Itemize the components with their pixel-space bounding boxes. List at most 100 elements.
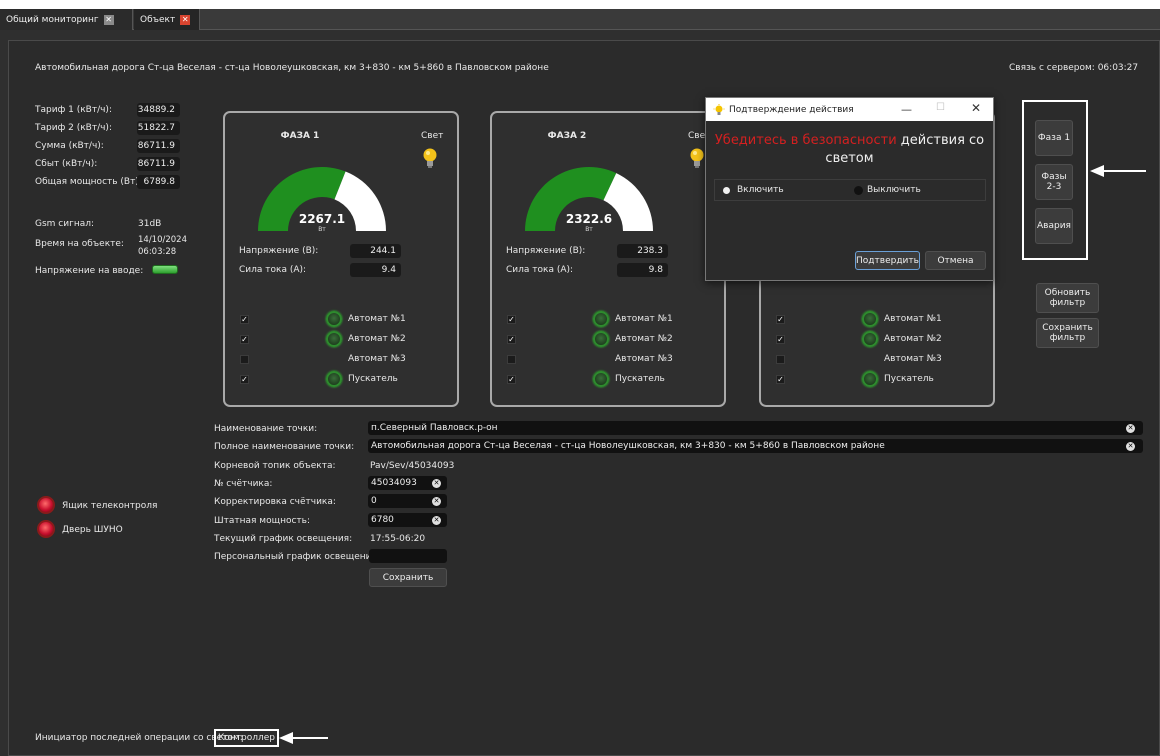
save-filter-button[interactable]: Сохранить фильтр — [1036, 318, 1099, 348]
meter-value: 86711.9 — [137, 139, 180, 153]
close-icon[interactable]: ✕ — [103, 14, 114, 25]
root-topic-label: Корневой топик объекта: — [214, 461, 336, 471]
phase-checkbox[interactable]: ✓ — [507, 375, 516, 384]
phase-checkbox[interactable]: ✓ — [240, 315, 249, 324]
meter-value: 86711.9 — [137, 157, 180, 171]
dialog-titlebar: Подтверждение действия — ☐ ✕ — [706, 98, 993, 121]
input-voltage-indicator — [152, 265, 178, 274]
meter-label: Сбыт (кВт/ч): — [35, 159, 98, 169]
meter-number-label: № счётчика: — [214, 479, 273, 489]
dialog-title: Подтверждение действия — [729, 104, 854, 115]
radio-on[interactable] — [723, 187, 730, 194]
phase-checkbox[interactable]: ✓ — [507, 335, 516, 344]
phase-title: ФАЗА 1 — [280, 131, 320, 141]
phase-checkbox[interactable] — [776, 355, 785, 364]
input-voltage-label: Напряжение на вводе: — [35, 266, 144, 276]
phases23-line1: Фазы — [1041, 172, 1067, 182]
radio-group: Включить Выключить — [714, 179, 986, 201]
maximize-icon[interactable]: ☐ — [936, 102, 945, 113]
save-button[interactable]: Сохранить — [369, 568, 447, 587]
status-led-icon — [862, 371, 878, 387]
object-time-label: Время на объекте: — [35, 239, 124, 249]
meter-value: 6789.8 — [137, 175, 180, 189]
confirm-dialog: Подтверждение действия — ☐ ✕ Убедитесь в… — [705, 97, 994, 281]
alarm-led-icon — [37, 520, 55, 538]
status-led-icon — [862, 311, 878, 327]
phases23-button[interactable]: Фазы 2-3 — [1035, 164, 1073, 200]
refresh-filter-line2: фильтр — [1049, 298, 1086, 308]
phase-checkbox[interactable] — [240, 355, 249, 364]
close-icon[interactable]: ✕ — [971, 101, 981, 115]
initiator-label: Инициатор последней операции со светом: — [35, 733, 243, 743]
breaker-label: Пускатель — [884, 374, 934, 384]
current-schedule-label: Текущий график освещения: — [214, 534, 353, 544]
meter-correction-label: Корректировка счётчика: — [214, 497, 336, 507]
phase-checkbox[interactable]: ✓ — [776, 335, 785, 344]
warning-red-text: Убедитесь в безопасности — [714, 133, 897, 148]
clear-icon[interactable]: ✕ — [1126, 424, 1135, 433]
light-label: Све — [688, 131, 706, 141]
tab-bar: Общий мониторинг ✕ Объект ✕ — [0, 9, 1160, 30]
initiator-value: Контроллер — [214, 729, 279, 747]
breaker-label: Автомат №2 — [615, 334, 673, 344]
phase1-button[interactable]: Фаза 1 — [1035, 120, 1073, 156]
cancel-button[interactable]: Отмена — [925, 251, 986, 270]
gsm-label: Gsm сигнал: — [35, 219, 95, 229]
personal-schedule-label: Персональный график освещения — [214, 552, 377, 562]
phase-checkbox[interactable]: ✓ — [507, 315, 516, 324]
personal-schedule-input[interactable] — [369, 549, 447, 563]
phase-checkbox[interactable]: ✓ — [776, 375, 785, 384]
annotation-arrow-line — [1100, 170, 1146, 172]
point-name-input[interactable]: п.Северный Павловск.р-он — [368, 421, 1143, 435]
breaker-label: Автомат №3 — [348, 354, 406, 364]
dialog-warning: Убедитесь в безопасности действия со све… — [706, 132, 993, 168]
rated-power-label: Штатная мощность: — [214, 516, 310, 526]
full-name-input[interactable]: Автомобильная дорога Ст-ца Веселая - ст-… — [368, 439, 1143, 453]
point-name-label: Наименование точки: — [214, 424, 318, 434]
status-led-icon — [862, 331, 878, 347]
sensor-telecontrol-box: Ящик телеконтроля — [62, 501, 158, 511]
clear-icon[interactable]: ✕ — [432, 497, 441, 506]
radio-off[interactable] — [854, 186, 863, 195]
breaker-label: Пускатель — [615, 374, 665, 384]
arrow-left-icon — [279, 732, 293, 744]
phase-title: ФАЗА 2 — [547, 131, 587, 141]
minimize-icon[interactable]: — — [901, 103, 912, 116]
current-schedule-value: 17:55-06:20 — [370, 534, 426, 544]
object-time-clock: 06:03:28 — [138, 247, 177, 257]
tab-general-monitoring[interactable]: Общий мониторинг ✕ — [0, 9, 133, 30]
tab-object[interactable]: Объект ✕ — [134, 9, 200, 30]
clear-icon[interactable]: ✕ — [432, 516, 441, 525]
close-icon[interactable]: ✕ — [180, 14, 191, 25]
voltage-label: Напряжение (В): — [506, 246, 586, 256]
phase-checkbox[interactable] — [507, 355, 516, 364]
refresh-filter-button[interactable]: Обновить фильтр — [1036, 283, 1099, 313]
emergency-button[interactable]: Авария — [1035, 208, 1073, 244]
voltage-value: 244.1 — [350, 244, 401, 258]
radio-off-label: Выключить — [867, 185, 921, 195]
breaker-label: Автомат №1 — [884, 314, 942, 324]
meter-label: Тариф 1 (кВт/ч): — [35, 105, 112, 115]
clear-icon[interactable]: ✕ — [432, 479, 441, 488]
server-link-status: Связь с сервером: 06:03:27 — [1009, 63, 1139, 73]
status-led-icon — [326, 311, 342, 327]
object-title: Автомобильная дорога Ст-ца Веселая - ст-… — [35, 63, 549, 73]
breaker-label: Автомат №3 — [884, 354, 942, 364]
phase-checkbox[interactable]: ✓ — [776, 315, 785, 324]
power-unit: Вт — [318, 226, 326, 233]
meter-value: 51822.7 — [137, 121, 180, 135]
breaker-label: Автомат №2 — [348, 334, 406, 344]
phase-checkbox[interactable]: ✓ — [240, 375, 249, 384]
voltage-label: Напряжение (В): — [239, 246, 319, 256]
lightbulb-icon — [423, 148, 437, 168]
current-value: 9.8 — [617, 263, 668, 277]
breaker-label: Автомат №2 — [884, 334, 942, 344]
phase-checkbox[interactable]: ✓ — [240, 335, 249, 344]
breaker-label: Автомат №1 — [348, 314, 406, 324]
confirm-button[interactable]: Подтвердить — [855, 251, 920, 270]
sensor-shuno-door: Дверь ШУНО — [62, 525, 123, 535]
radio-on-label: Включить — [737, 185, 784, 195]
clear-icon[interactable]: ✕ — [1126, 442, 1135, 451]
meter-label: Тариф 2 (кВт/ч): — [35, 123, 112, 133]
alarm-led-icon — [37, 496, 55, 514]
